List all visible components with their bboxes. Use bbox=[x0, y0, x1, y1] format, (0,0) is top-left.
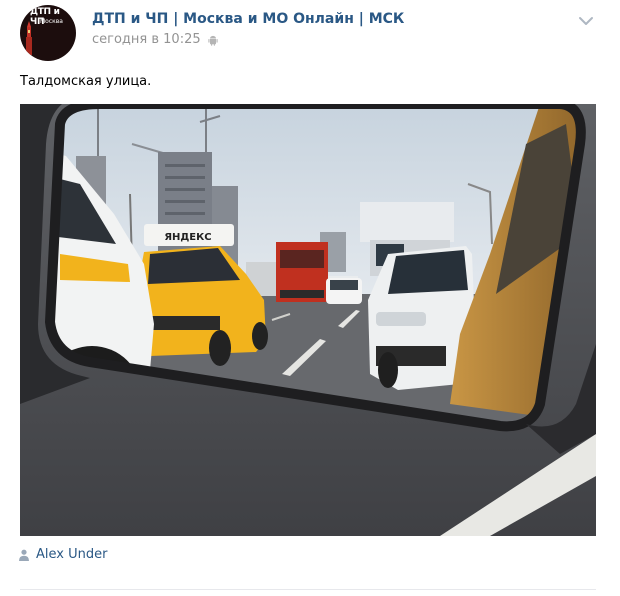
person-icon bbox=[19, 549, 29, 561]
group-avatar[interactable]: ДТП и ЧП Москва bbox=[20, 5, 76, 61]
android-icon bbox=[208, 35, 218, 46]
wall-post: ДТП и ЧП Москва ДТП и ЧП | Москва и МО О… bbox=[0, 0, 620, 596]
chevron-down-icon[interactable] bbox=[575, 13, 597, 29]
post-meta: сегодня в 10:25 bbox=[92, 32, 219, 48]
author-link[interactable]: Alex Under bbox=[18, 547, 107, 563]
kremlin-tower-icon bbox=[26, 21, 32, 55]
post-divider bbox=[20, 589, 596, 590]
post-text: Талдомская улица. bbox=[20, 74, 152, 89]
post-time[interactable]: сегодня в 10:25 bbox=[92, 32, 201, 48]
avatar-logo-subtitle: Москва bbox=[40, 18, 63, 25]
post-photo[interactable]: ЯНДЕКС bbox=[20, 104, 596, 536]
author-name: Alex Under bbox=[36, 547, 108, 562]
group-name-link[interactable]: ДТП и ЧП | Москва и МО Онлайн | МСК bbox=[92, 10, 404, 28]
taxi-roof-sign: ЯНДЕКС bbox=[164, 232, 211, 243]
traffic-mirror-photo: ЯНДЕКС bbox=[20, 104, 596, 536]
